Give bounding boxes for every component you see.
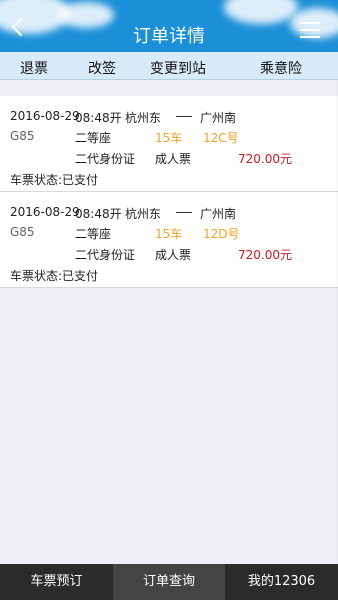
ticket-date: 2016-08-29: [10, 109, 80, 123]
page-title: 订单详情: [133, 26, 205, 47]
route-dash: [176, 116, 192, 117]
departure-time: 08:48开: [75, 207, 122, 221]
id-type: 二代身份证: [75, 152, 136, 166]
to-station: 广州南: [200, 207, 237, 221]
ticket-list: 2016-08-29 08:48开 杭州东 广州南 G85 二等座 15车 12…: [0, 96, 338, 288]
top-header: 订单详情: [0, 0, 338, 52]
change-ticket-button[interactable]: 改签: [88, 58, 116, 78]
ticket-price: 720.00元: [238, 152, 292, 166]
seat-number: 12C号: [203, 131, 239, 145]
seat-class: 二等座: [75, 227, 112, 241]
ticket-status: 车票状态:已支付: [10, 173, 99, 187]
tab-ticket-booking[interactable]: 车票预订: [0, 564, 113, 600]
to-station: 广州南: [200, 111, 237, 125]
bottom-tab-bar: 车票预订 订单查询 我的12306: [0, 564, 338, 600]
refund-button[interactable]: 退票: [20, 58, 48, 78]
list-menu-icon[interactable]: [300, 22, 320, 40]
train-number: G85: [10, 225, 35, 239]
change-station-button[interactable]: 变更到站: [150, 58, 206, 78]
ticket-status: 车票状态:已支付: [10, 269, 99, 283]
tab-my-12306[interactable]: 我的12306: [225, 564, 338, 600]
order-actions-bar: 退票 改签 变更到站 乘意险: [0, 52, 338, 80]
coach-number: 15车: [155, 227, 183, 241]
seat-number: 12D号: [203, 227, 240, 241]
ticket-card[interactable]: 2016-08-29 08:48开 杭州东 广州南 G85 二等座 15车 12…: [0, 96, 338, 192]
ticket-type: 成人票: [155, 152, 192, 166]
snow-decoration: [224, 0, 298, 24]
ticket-card[interactable]: 2016-08-29 08:48开 杭州东 广州南 G85 二等座 15车 12…: [0, 192, 338, 288]
tab-order-query[interactable]: 订单查询: [113, 564, 225, 600]
from-station: 杭州东: [125, 207, 162, 221]
train-number: G85: [10, 129, 35, 143]
coach-number: 15车: [155, 131, 183, 145]
id-type: 二代身份证: [75, 248, 136, 262]
insurance-button[interactable]: 乘意险: [260, 58, 302, 78]
route-dash: [176, 212, 192, 213]
ticket-date: 2016-08-29: [10, 205, 80, 219]
ticket-type: 成人票: [155, 248, 192, 262]
departure-time: 08:48开: [75, 111, 122, 125]
from-station: 杭州东: [125, 111, 162, 125]
ticket-price: 720.00元: [238, 248, 292, 262]
seat-class: 二等座: [75, 131, 112, 145]
